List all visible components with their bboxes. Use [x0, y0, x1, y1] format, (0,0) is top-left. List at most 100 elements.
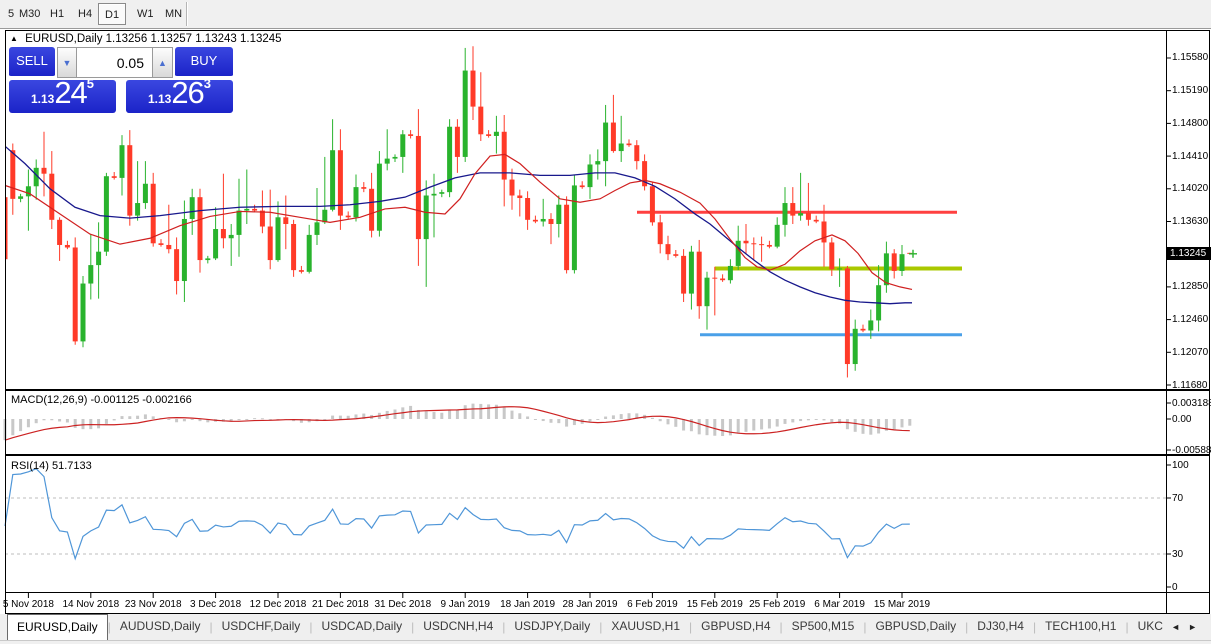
candle: [432, 194, 437, 196]
candle: [673, 254, 678, 256]
candle: [299, 270, 304, 272]
macd-bar: [651, 418, 654, 419]
macd-bar: [768, 419, 771, 428]
candle: [751, 243, 756, 244]
macd-bar: [347, 416, 350, 419]
macd-bar: [472, 404, 475, 419]
candle: [400, 134, 405, 157]
candle: [143, 184, 148, 203]
macd-bar: [667, 419, 670, 424]
candle: [580, 185, 585, 187]
candle: [159, 243, 164, 245]
macd-bar: [74, 419, 77, 428]
macd-bar: [58, 419, 61, 421]
macd-bar: [862, 419, 865, 434]
candle: [736, 241, 741, 266]
candle: [190, 197, 195, 219]
macd-bar: [479, 404, 482, 419]
candle: [322, 210, 327, 223]
chart-border-top: [5, 30, 1210, 31]
macd-bar: [823, 419, 826, 420]
candle: [65, 245, 70, 248]
macd-bar: [35, 419, 38, 423]
sell-button[interactable]: SELL: [9, 47, 55, 78]
macd-bar: [721, 419, 724, 436]
candle: [260, 211, 265, 227]
candle: [541, 219, 546, 222]
candle: [26, 186, 31, 196]
candle: [377, 164, 382, 231]
macd-bar: [760, 419, 763, 429]
volume-input[interactable]: [77, 47, 153, 78]
candle: [229, 235, 234, 238]
macd-bar: [448, 410, 451, 419]
candle: [120, 145, 125, 178]
macd-bar: [737, 419, 740, 433]
chart-border-left: [5, 30, 6, 614]
candle: [525, 198, 530, 220]
candle: [658, 222, 663, 244]
macd-bar: [784, 419, 787, 424]
candle: [408, 134, 413, 136]
candle: [806, 213, 811, 220]
macd-bar: [487, 404, 490, 419]
candle: [533, 220, 538, 222]
macd-histogram: [4, 404, 912, 441]
macd-bar: [526, 416, 529, 419]
candle: [361, 187, 366, 189]
candle: [127, 145, 132, 215]
one-click-trading-panel: SELL ▼ ▲ BUY 1.13245 1.13263: [9, 47, 233, 113]
candle: [884, 253, 889, 285]
separator-rsi-dates: [5, 592, 1210, 593]
candle: [166, 245, 171, 249]
macd-bar: [339, 416, 342, 419]
macd-bar: [807, 419, 810, 420]
candle: [174, 249, 179, 281]
symbol-period: EURUSD,Daily: [25, 33, 102, 45]
candle: [268, 227, 273, 261]
buy-price-button[interactable]: 1.13263: [126, 80, 233, 113]
candle: [416, 136, 421, 239]
volume-decrease-button[interactable]: ▼: [57, 47, 77, 78]
candle: [517, 195, 522, 198]
macd-bar: [628, 413, 631, 419]
candle: [252, 209, 257, 211]
macd-bar: [877, 419, 880, 433]
macd-bar: [682, 419, 685, 431]
macd-bar: [565, 419, 568, 427]
macd-bar: [167, 419, 170, 420]
candle: [759, 244, 764, 245]
candle: [845, 268, 850, 364]
macd-bar: [908, 419, 911, 426]
macd-bar: [503, 408, 506, 419]
macd-bar: [604, 417, 607, 419]
macd-label: MACD(12,26,9) -0.001125 -0.002166: [11, 394, 192, 406]
macd-bar: [901, 419, 904, 427]
macd-bar: [854, 419, 857, 432]
macd-bar: [791, 419, 794, 422]
candle: [18, 196, 23, 199]
macd-bar: [27, 419, 30, 427]
macd-bar: [620, 414, 623, 419]
candle: [892, 253, 897, 271]
macd-bar: [11, 419, 14, 435]
macd-bar: [674, 419, 677, 427]
candle: [510, 180, 515, 196]
sell-price-button[interactable]: 1.13245: [9, 80, 116, 113]
candle: [634, 145, 639, 161]
candle: [775, 225, 780, 247]
macd-bar: [542, 419, 545, 421]
macd-bar: [433, 412, 436, 419]
macd-bar: [713, 419, 716, 436]
candle: [767, 245, 772, 247]
candle: [291, 224, 296, 270]
collapse-triangle-icon[interactable]: ▲: [10, 34, 18, 43]
candle: [96, 252, 101, 265]
candle: [244, 209, 249, 211]
buy-button[interactable]: BUY: [175, 47, 233, 78]
candle: [276, 217, 281, 260]
volume-increase-button[interactable]: ▲: [153, 47, 173, 78]
macd-bar: [66, 419, 69, 422]
candle: [112, 176, 117, 178]
chart-title: ▲ EURUSD,Daily 1.13256 1.13257 1.13243 1…: [10, 33, 282, 45]
